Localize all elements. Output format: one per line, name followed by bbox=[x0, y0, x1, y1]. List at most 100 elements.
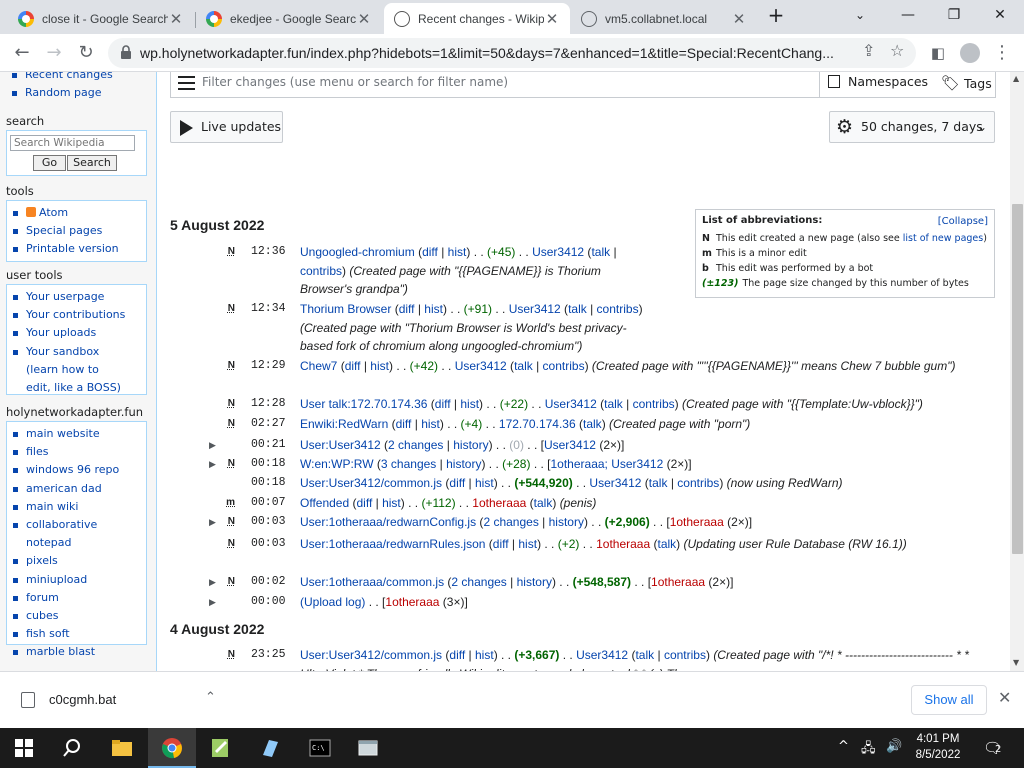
site-link[interactable]: files bbox=[13, 443, 146, 461]
search-taskbar-button[interactable] bbox=[48, 728, 96, 768]
bookmark-star-icon[interactable]: ☆ bbox=[890, 41, 904, 60]
talk-link[interactable]: talk bbox=[568, 302, 587, 316]
vm-taskbar-button[interactable] bbox=[344, 728, 392, 768]
back-button[interactable]: ← bbox=[8, 39, 36, 67]
share-icon[interactable]: ⇪ bbox=[862, 41, 875, 60]
talk-link[interactable]: talk bbox=[635, 648, 654, 662]
tab-google-ekedjee[interactable]: ekedjee - Google Search ✕ bbox=[196, 3, 382, 34]
notepadpp-taskbar-button[interactable] bbox=[196, 728, 244, 768]
user-link[interactable]: 1otheraaa bbox=[670, 515, 724, 529]
diff-link[interactable]: diff bbox=[399, 302, 415, 316]
contribs-link[interactable]: contribs bbox=[677, 476, 719, 490]
filter-box[interactable]: Filter changes (use menu or search for f… bbox=[170, 72, 996, 98]
site-link[interactable]: main wiki bbox=[13, 498, 146, 516]
tray-chevron-icon[interactable]: ^ bbox=[838, 739, 849, 754]
page-scrollbar[interactable]: ▲ ▼ bbox=[1010, 72, 1024, 671]
live-updates-button[interactable]: Live updates bbox=[170, 111, 283, 143]
talk-link[interactable]: talk bbox=[591, 245, 610, 259]
user-link[interactable]: User3412 bbox=[532, 245, 584, 259]
expand-arrow-icon[interactable]: ▶ bbox=[209, 593, 216, 612]
page-title-link[interactable]: Offended bbox=[300, 496, 349, 510]
group-changes-link[interactable]: 2 changes bbox=[451, 575, 506, 589]
reload-button[interactable]: ↻ bbox=[72, 39, 100, 67]
close-window-button[interactable]: ✕ bbox=[977, 0, 1023, 30]
page-title-link[interactable]: User:User3412 bbox=[300, 438, 381, 452]
history-link[interactable]: history bbox=[517, 575, 552, 589]
your-contributions[interactable]: Your contributions bbox=[13, 306, 146, 324]
site-link[interactable]: windows 96 repo bbox=[13, 461, 146, 479]
tools-special-pages[interactable]: Special pages bbox=[13, 222, 146, 240]
user-link[interactable]: 1otheraaa bbox=[472, 496, 526, 510]
list-of-new-pages-link[interactable]: list of new pages bbox=[903, 233, 983, 244]
network-icon[interactable]: 🖧 bbox=[861, 739, 876, 761]
user-link[interactable]: 172.70.174.36 bbox=[499, 417, 576, 431]
file-explorer-button[interactable] bbox=[98, 728, 146, 768]
diff-link[interactable]: diff bbox=[396, 417, 412, 431]
site-link[interactable]: forum bbox=[13, 589, 146, 607]
site-link[interactable]: miniupload bbox=[13, 571, 146, 589]
page-title-link[interactable]: User:User3412/common.js bbox=[300, 476, 442, 490]
expand-arrow-icon[interactable]: ▶ bbox=[209, 436, 216, 455]
tools-printable-version[interactable]: Printable version bbox=[13, 240, 146, 258]
contribs-link[interactable]: contribs bbox=[543, 359, 585, 373]
talk-link[interactable]: talk bbox=[514, 359, 533, 373]
profile-avatar[interactable] bbox=[956, 39, 984, 67]
page-title-link[interactable]: (Upload log) bbox=[300, 595, 365, 609]
download-filename[interactable]: c0cgmh.bat bbox=[49, 692, 116, 707]
history-link[interactable]: history bbox=[453, 438, 488, 452]
user-link[interactable]: User3412 bbox=[589, 476, 641, 490]
expand-arrow-icon[interactable]: ▶ bbox=[209, 513, 216, 532]
forward-button[interactable]: → bbox=[40, 39, 68, 67]
user-link[interactable]: User3412 bbox=[545, 397, 597, 411]
site-link[interactable]: fish soft bbox=[13, 625, 146, 643]
hist-link[interactable]: hist bbox=[448, 245, 467, 259]
page-title-link[interactable]: User:1otheraaa/redwarnRules.json bbox=[300, 537, 485, 551]
chrome-taskbar-button[interactable] bbox=[148, 728, 196, 768]
page-title-link[interactable]: User:User3412/common.js bbox=[300, 648, 442, 662]
restore-button[interactable]: ❐ bbox=[931, 0, 977, 30]
user-link[interactable]: 1otheraaa bbox=[596, 537, 650, 551]
hist-link[interactable]: hist bbox=[421, 417, 440, 431]
site-link[interactable]: american dad bbox=[13, 480, 146, 498]
hist-link[interactable]: hist bbox=[475, 476, 494, 490]
tags-button[interactable]: 🏷 Tags bbox=[941, 74, 992, 92]
contribs-link[interactable]: contribs bbox=[300, 264, 342, 278]
user-link[interactable]: 1otheraaa bbox=[385, 595, 439, 609]
go-button[interactable]: Go bbox=[33, 155, 66, 171]
tab-recent-changes[interactable]: Recent changes - Wikipedia ✕ bbox=[384, 3, 570, 34]
user-link[interactable]: User3412 bbox=[544, 438, 596, 452]
your-sandbox[interactable]: Your sandbox (learn how to edit, like a … bbox=[13, 343, 125, 398]
hist-link[interactable]: hist bbox=[518, 537, 537, 551]
hist-link[interactable]: hist bbox=[460, 397, 479, 411]
volume-icon[interactable]: 🔊 bbox=[886, 739, 902, 754]
expand-arrow-icon[interactable]: ▶ bbox=[209, 455, 216, 474]
close-tab-icon[interactable]: ✕ bbox=[544, 10, 560, 28]
your-uploads[interactable]: Your uploads bbox=[13, 324, 146, 342]
diff-link[interactable]: diff bbox=[357, 496, 373, 510]
user-link[interactable]: 1otheraaa; User3412 bbox=[551, 457, 664, 471]
group-changes-link[interactable]: 2 changes bbox=[483, 515, 538, 529]
group-changes-link[interactable]: 2 changes bbox=[388, 438, 443, 452]
address-bar[interactable]: wp.holynetworkadapter.fun/index.php?hide… bbox=[108, 38, 916, 68]
changes-limit-button[interactable]: ⚙ 50 changes, 7 days ⌄ bbox=[829, 111, 995, 143]
search-button[interactable]: Search bbox=[67, 155, 117, 171]
user-link[interactable]: User3412 bbox=[509, 302, 561, 316]
hist-link[interactable]: hist bbox=[370, 359, 389, 373]
page-title-link[interactable]: Ungoogled-chromium bbox=[300, 245, 415, 259]
nav-random-page[interactable]: Random page bbox=[12, 84, 147, 102]
talk-link[interactable]: talk bbox=[604, 397, 623, 411]
lock-icon[interactable] bbox=[120, 45, 132, 59]
page-title-link[interactable]: Thorium Browser bbox=[300, 302, 391, 316]
page-title-link[interactable]: User:1otheraaa/common.js bbox=[300, 575, 444, 589]
new-tab-button[interactable]: + bbox=[762, 0, 790, 30]
chevron-up-icon[interactable]: ⌃ bbox=[205, 690, 216, 705]
page-title-link[interactable]: User:1otheraaa/redwarnConfig.js bbox=[300, 515, 476, 529]
tab-collabnet[interactable]: vm5.collabnet.local ✕ bbox=[571, 3, 757, 34]
hist-link[interactable]: hist bbox=[382, 496, 401, 510]
talk-link[interactable]: talk bbox=[534, 496, 553, 510]
user-link[interactable]: 1otheraaa bbox=[651, 575, 705, 589]
page-title-link[interactable]: Enwiki:RedWarn bbox=[300, 417, 388, 431]
site-link[interactable]: main website bbox=[13, 425, 146, 443]
hist-link[interactable]: hist bbox=[424, 302, 443, 316]
minimize-button[interactable]: — bbox=[885, 0, 931, 30]
